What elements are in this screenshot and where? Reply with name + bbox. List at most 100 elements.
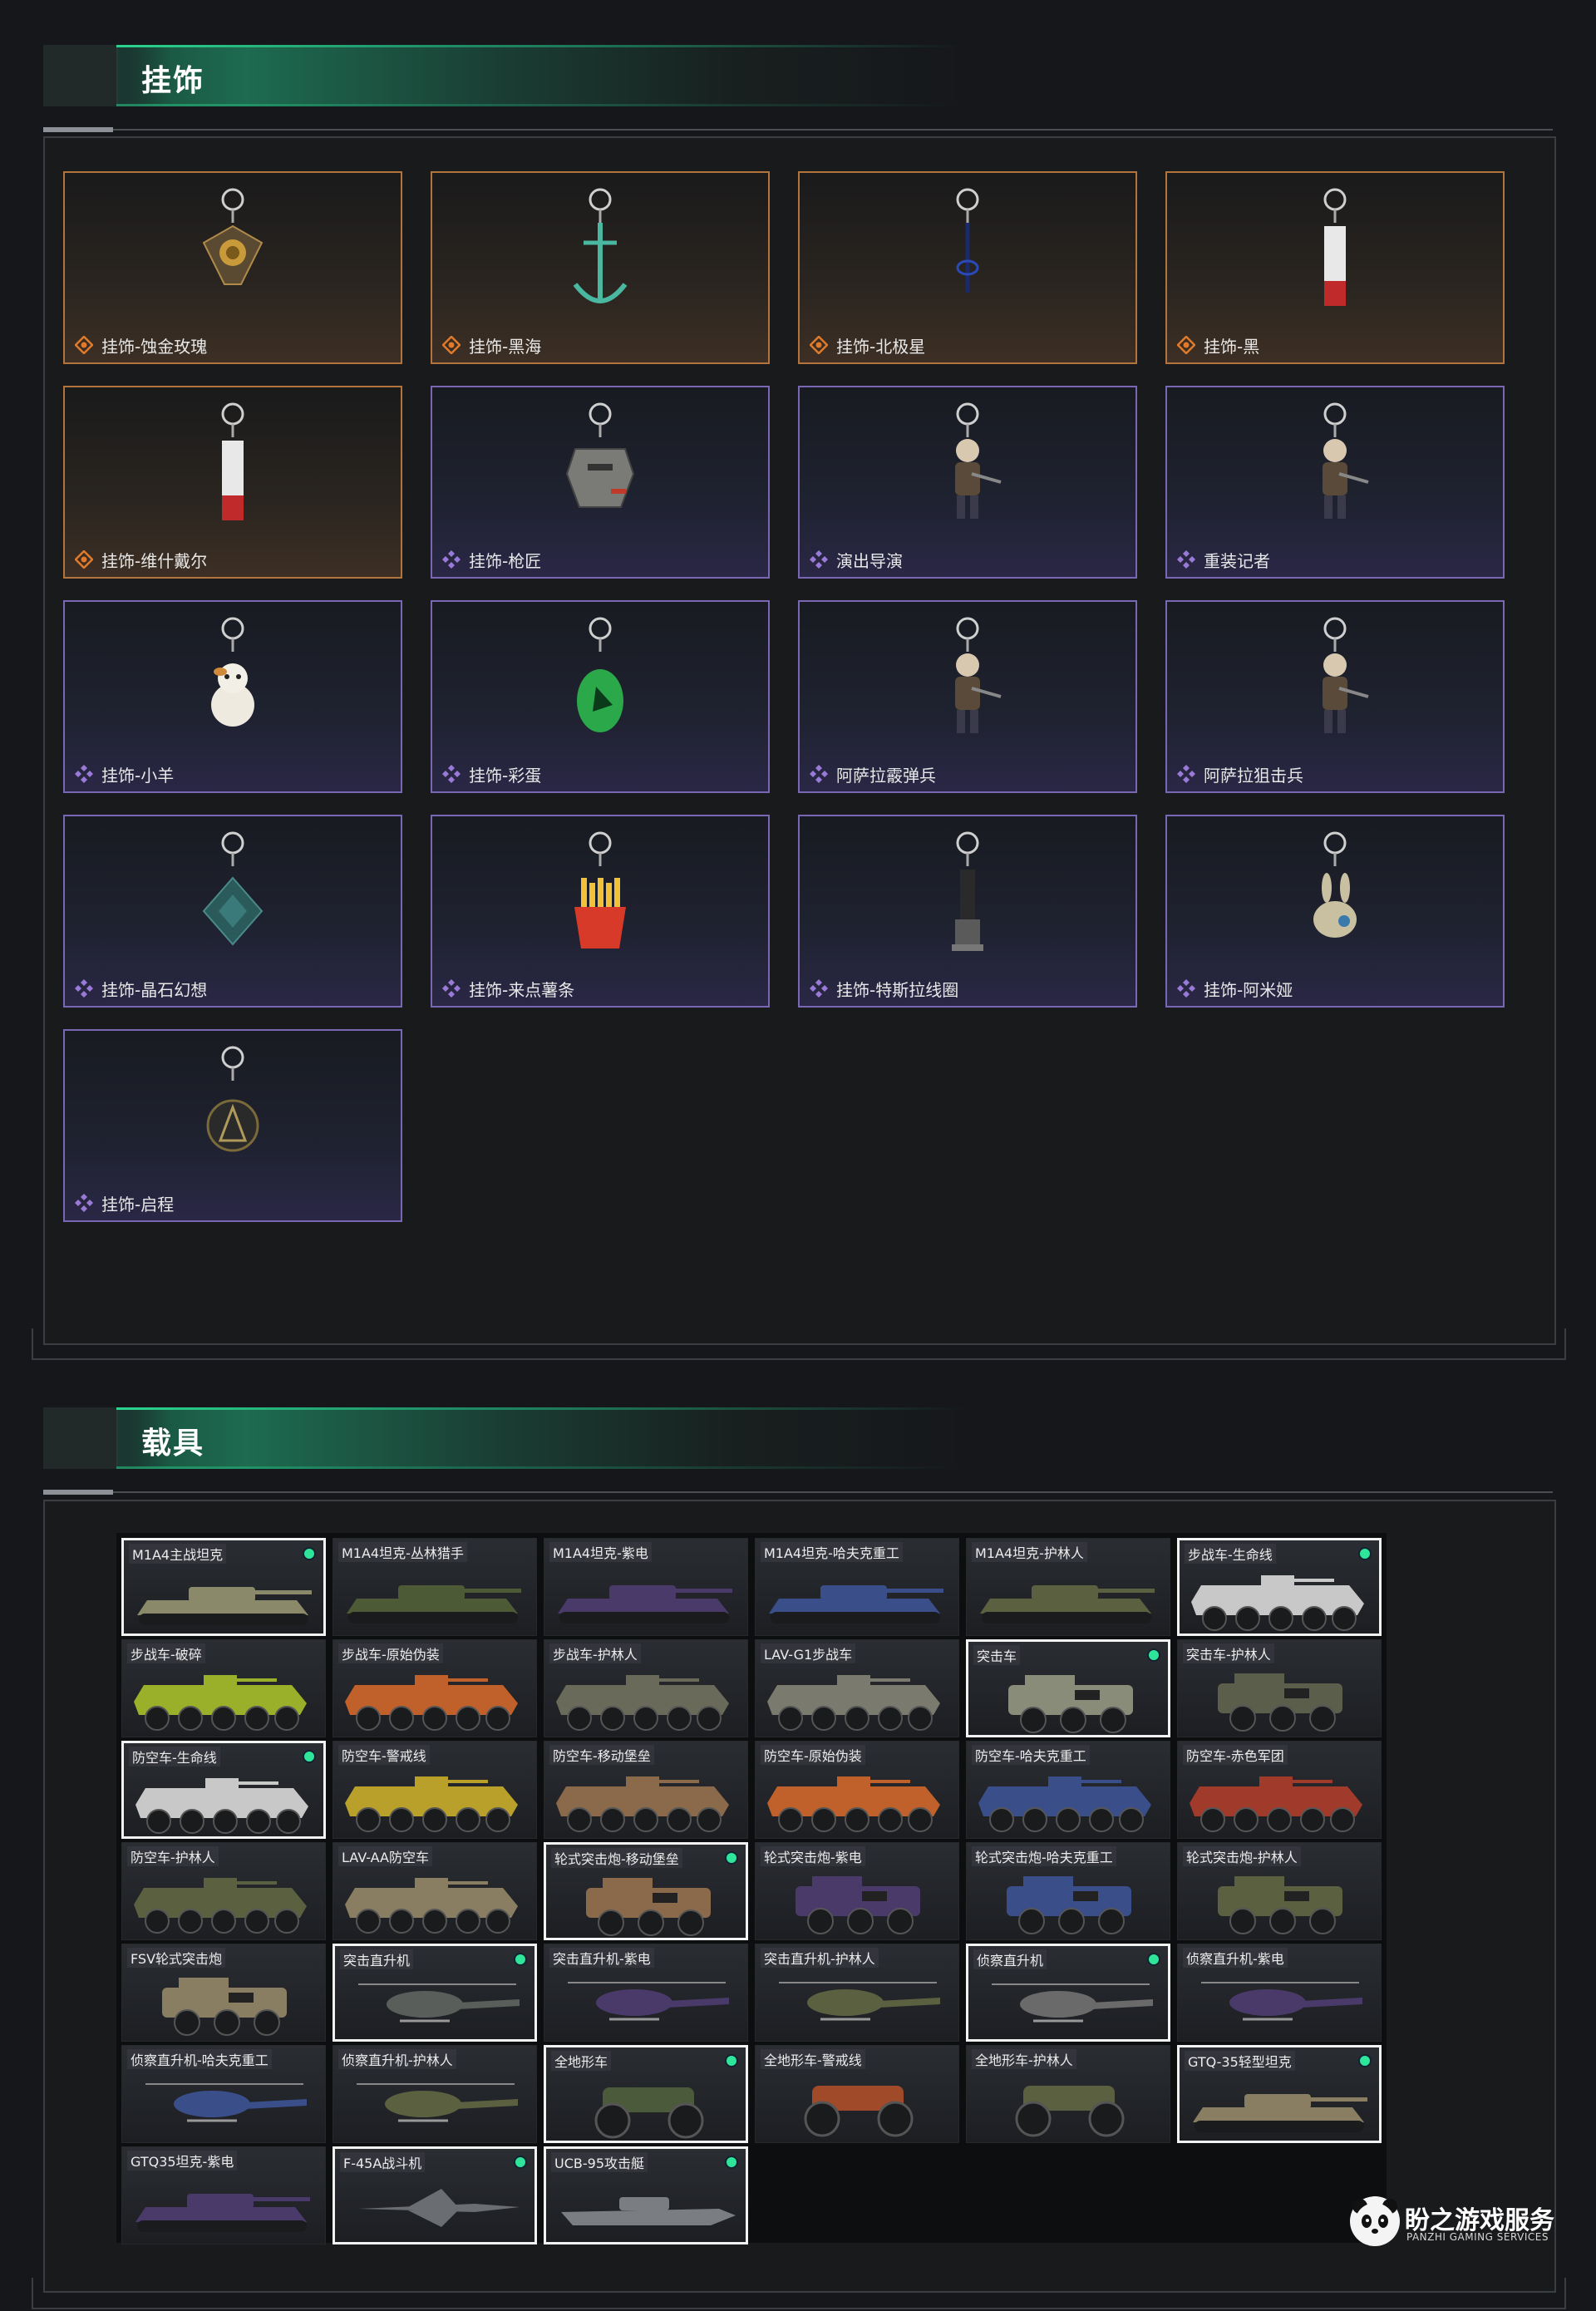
vehicle-card[interactable]: 全地形车-警戒线 xyxy=(755,2045,959,2143)
vehicle-card[interactable]: 步战车-破碎 xyxy=(121,1639,326,1737)
vehicle-card[interactable]: 防空车-护林人 xyxy=(121,1842,326,1940)
charm-label: 挂饰-小羊 xyxy=(101,766,175,786)
vehicle-card[interactable]: 轮式突击炮-紫电 xyxy=(755,1842,959,1940)
charm-card[interactable]: 挂饰-阿米娅 xyxy=(1165,815,1505,1008)
boat-vehicle-icon xyxy=(561,2197,736,2225)
vehicle-card[interactable]: 步战车-护林人 xyxy=(544,1639,748,1737)
charms-section-header: 挂饰 xyxy=(43,45,964,106)
gold-rarity-icon xyxy=(441,335,461,355)
header-accent-bar-bottom xyxy=(116,1466,964,1469)
purple-rarity-icon xyxy=(442,550,461,569)
heli-vehicle-icon xyxy=(358,1983,520,2023)
soldier-figure-icon xyxy=(930,399,1005,544)
vehicle-card[interactable]: GTQ35坦克-紫电 xyxy=(121,2146,326,2244)
purple-rarity-icon xyxy=(442,979,461,998)
charm-label: 挂饰-维什戴尔 xyxy=(101,551,208,571)
charm-card[interactable]: 挂饰-黑 xyxy=(1165,171,1505,364)
vehicle-card[interactable]: 步战车-原始伪装 xyxy=(332,1639,537,1737)
vehicle-card[interactable]: GTQ-35轻型坦克 xyxy=(1177,2045,1382,2143)
owned-indicator-icon xyxy=(514,2156,527,2169)
charm-card[interactable]: 挂饰-蚀金玫瑰 xyxy=(63,171,402,364)
truck-vehicle-icon xyxy=(1008,1675,1133,1733)
vehicle-card[interactable]: LAV-G1步战车 xyxy=(755,1639,959,1737)
charm-label: 阿萨拉狙击兵 xyxy=(1204,766,1303,786)
charm-card[interactable]: 演出导演 xyxy=(798,386,1137,579)
section-title: 载具 xyxy=(141,1427,205,1461)
charm-card[interactable]: 挂饰-枪匠 xyxy=(431,386,770,579)
vehicle-card[interactable]: 侦察直升机-哈夫克重工 xyxy=(121,2045,326,2143)
charm-card[interactable]: 挂饰-启程 xyxy=(63,1029,402,1222)
vehicle-card[interactable]: 防空车-哈夫克重工 xyxy=(966,1741,1170,1839)
vehicle-label: M1A4坦克-丛林猎手 xyxy=(338,1542,467,1562)
vehicle-card[interactable]: 突击直升机-紫电 xyxy=(544,1944,748,2042)
emblem-pendant-icon xyxy=(195,1042,270,1187)
truck-vehicle-icon xyxy=(796,1876,920,1934)
truck-vehicle-icon xyxy=(1007,1876,1131,1934)
charm-card[interactable]: 挂饰-特斯拉线圈 xyxy=(798,815,1137,1008)
charm-card[interactable]: 挂饰-彩蛋 xyxy=(431,600,770,793)
vehicle-card[interactable]: 全地形车 xyxy=(544,2045,748,2143)
charm-card[interactable]: 挂饰-北极星 xyxy=(798,171,1137,364)
apc-vehicle-icon xyxy=(767,1776,940,1832)
owned-indicator-icon xyxy=(725,2156,738,2169)
owned-indicator-icon xyxy=(514,1953,527,1966)
owned-indicator-icon xyxy=(725,2054,738,2067)
vehicle-card[interactable]: M1A4坦克-紫电 xyxy=(544,1538,748,1636)
charm-card[interactable]: 重装记者 xyxy=(1165,386,1505,579)
vehicle-card[interactable]: 步战车-生命线 xyxy=(1177,1538,1382,1636)
gold-rarity-icon xyxy=(1176,335,1196,355)
vehicle-card[interactable]: 防空车-移动堡垒 xyxy=(544,1741,748,1839)
soldier-figure-icon xyxy=(1298,613,1372,758)
charm-card[interactable]: 挂饰-晶石幻想 xyxy=(63,815,402,1008)
vehicle-card[interactable]: FSV轮式突击炮 xyxy=(121,1944,326,2042)
vehicle-card[interactable]: 轮式突击炮-移动堡垒 xyxy=(544,1842,748,1940)
vehicle-card[interactable]: 防空车-生命线 xyxy=(121,1741,326,1839)
charm-label: 挂饰-启程 xyxy=(101,1195,175,1215)
vehicle-card[interactable]: 侦察直升机-紫电 xyxy=(1177,1944,1382,2042)
charm-label: 挂饰-枪匠 xyxy=(469,551,542,571)
charm-card[interactable]: 挂饰-黑海 xyxy=(431,171,770,364)
vehicle-card[interactable]: F-45A战斗机 xyxy=(332,2146,537,2244)
vehicle-card[interactable]: 突击直升机-护林人 xyxy=(755,1944,959,2042)
vehicle-card[interactable]: 全地形车-护林人 xyxy=(966,2045,1170,2143)
jet-vehicle-icon xyxy=(358,2189,520,2227)
vehicle-card[interactable]: 侦察直升机 xyxy=(966,1944,1170,2042)
charm-card[interactable]: 阿萨拉狙击兵 xyxy=(1165,600,1505,793)
vehicle-label: M1A4坦克-护林人 xyxy=(972,1542,1087,1562)
charm-card[interactable]: 挂饰-维什戴尔 xyxy=(63,386,402,579)
vehicle-card[interactable]: 突击车-护林人 xyxy=(1177,1639,1382,1737)
vehicle-card[interactable]: M1A4坦克-护林人 xyxy=(966,1538,1170,1636)
vehicle-card[interactable]: 轮式突击炮-哈夫克重工 xyxy=(966,1842,1170,1940)
vehicle-card[interactable]: 轮式突击炮-护林人 xyxy=(1177,1842,1382,1940)
charm-card[interactable]: 阿萨拉霰弹兵 xyxy=(798,600,1137,793)
charm-card[interactable]: 挂饰-小羊 xyxy=(63,600,402,793)
coil-pendant-icon xyxy=(930,828,1005,973)
vehicle-label: 全地形车-警戒线 xyxy=(761,2049,865,2069)
vehicle-card[interactable]: 防空车-警戒线 xyxy=(332,1741,537,1839)
crystal-pendant-icon xyxy=(195,828,270,973)
apc-vehicle-icon xyxy=(134,1878,307,1934)
vehicle-card[interactable]: 防空车-赤色军团 xyxy=(1177,1741,1382,1839)
gold-rarity-icon xyxy=(74,549,94,569)
vehicle-card[interactable]: 防空车-原始伪装 xyxy=(755,1741,959,1839)
heli-vehicle-icon xyxy=(357,2083,518,2122)
vehicle-label: 防空车-移动堡垒 xyxy=(549,1745,654,1765)
anchor-pendant-icon xyxy=(563,185,638,329)
vehicle-label: 侦察直升机-护林人 xyxy=(338,2049,456,2069)
vehicle-card[interactable]: M1A4坦克-丛林猎手 xyxy=(332,1538,537,1636)
vehicle-card[interactable]: 侦察直升机-护林人 xyxy=(332,2045,537,2143)
header-stub xyxy=(43,45,118,106)
vehicle-card[interactable]: M1A4主战坦克 xyxy=(121,1538,326,1636)
vehicle-card[interactable]: LAV-AA防空车 xyxy=(332,1842,537,1940)
vehicle-card[interactable]: UCB-95攻击艇 xyxy=(544,2146,748,2244)
vehicle-label: 全地形车 xyxy=(551,2051,612,2071)
vehicle-label: 轮式突击炮-护林人 xyxy=(1183,1846,1301,1866)
vehicle-card[interactable]: 突击车 xyxy=(966,1639,1170,1737)
sheep-pendant-icon xyxy=(195,613,270,758)
vehicle-label: LAV-AA防空车 xyxy=(338,1846,432,1866)
charm-label: 挂饰-黑海 xyxy=(469,337,542,357)
vehicle-card[interactable]: 突击直升机 xyxy=(332,1944,537,2042)
vehicle-card[interactable]: M1A4坦克-哈夫克重工 xyxy=(755,1538,959,1636)
charm-card[interactable]: 挂饰-来点薯条 xyxy=(431,815,770,1008)
atv-vehicle-icon xyxy=(804,2086,914,2137)
